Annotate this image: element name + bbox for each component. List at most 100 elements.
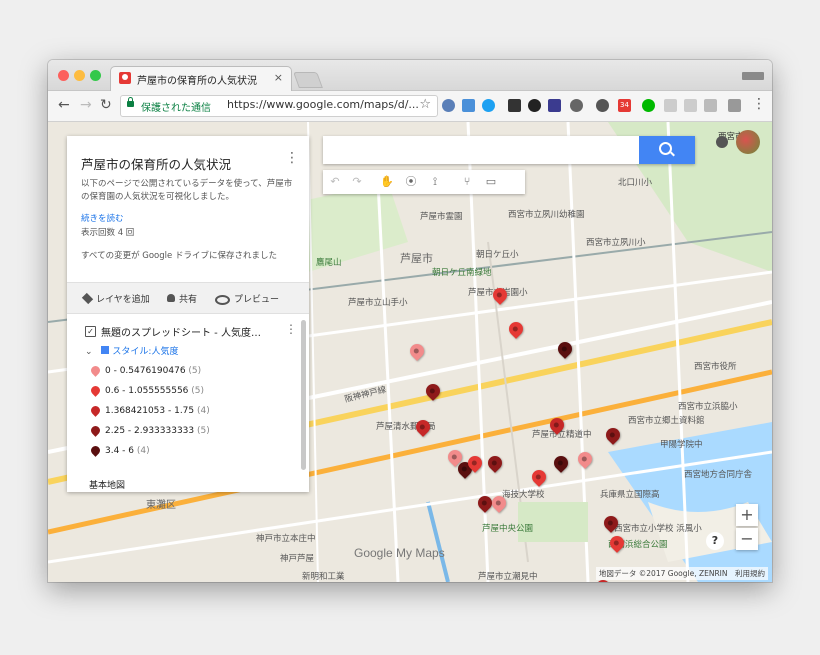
tab-close-icon[interactable]: × [274,71,283,84]
map-label-hamakoshi: 西宮市立小学校 浜風小 [614,524,702,534]
map-label-seido: 芦屋市立潮見中 [478,572,538,582]
window-menu-icon[interactable] [742,72,764,80]
add-person-icon [167,294,175,302]
legend-count: (5) [191,386,205,396]
address-bar[interactable]: 保護された通信 https://www.google.com/maps/d/..… [120,95,438,117]
panel-scrollbar[interactable] [301,320,306,470]
gear-extension-icon[interactable] [442,99,455,112]
directions-icon[interactable]: ⑂ [459,174,475,190]
ruler-icon[interactable]: ▭ [483,174,499,190]
image-extension-icon[interactable] [704,99,717,112]
legend-item[interactable]: 2.25 - 2.933333333 (5) [89,424,210,440]
add-layer-label: レイヤを追加 [96,295,150,305]
close-window-button[interactable] [58,70,69,81]
panel-actions: レイヤを追加 共有 プレビュー [67,282,309,314]
map-label-ashiya-city: 芦屋市 [400,252,433,265]
marker-darkest-icon [89,444,102,457]
marker-maroon-icon [89,424,102,437]
bookmark-star-icon[interactable]: ☆ [419,97,431,112]
layer-name[interactable]: 無題のスプレッドシート - 人気度… [101,324,261,339]
tab-title: 芦屋市の保育所の人気状況 [137,76,257,87]
map-label-shinmeiwa: 新明和工業 [302,572,345,582]
panel-more-icon[interactable]: ⋮ [285,150,299,166]
map-label-reien: 芦屋市霊園 [420,212,463,222]
layer-more-icon[interactable]: ⋮ [285,322,297,336]
legend-item[interactable]: 0 - 0.5476190476 (5) [89,364,202,380]
view-count: 表示回数 4 回 [81,228,135,238]
notifications-icon[interactable] [716,136,728,148]
legend-count: (5) [188,366,202,376]
avatar[interactable] [736,130,760,154]
map-label-yamate: 芦屋市立山手小 [348,298,408,308]
marker-red-icon [89,384,102,397]
map-toolbar: ↶ ↷ ✋ ⦿ ⟟ ⑂ ▭ [323,170,525,194]
calendar-extension-icon[interactable]: 34 [618,99,631,112]
map-label-higashinada: 東灘区 [146,500,176,511]
search-icon [659,142,672,155]
marker-pink-icon [89,364,102,377]
maps-favicon-icon [119,72,131,84]
map-label-asahigaoka-park: 朝日ケ丘南緑地 [432,268,492,278]
clock-extension-icon[interactable] [570,99,583,112]
search-input[interactable] [323,136,639,164]
map-label-takaosan: 鷹尾山 [316,258,342,268]
translate-extension-icon[interactable] [462,99,475,112]
layer-checkbox[interactable]: ✓ [85,326,96,337]
browser-menu-icon[interactable]: ⋮ [752,96,766,112]
map-title[interactable]: 芦屋市の保育所の人気状況 [81,154,231,173]
hand-icon[interactable]: ✋ [379,174,395,190]
rss-extension-icon[interactable] [664,99,677,112]
globe-extension-icon[interactable] [528,99,541,112]
zoom-out-button[interactable]: − [736,528,758,550]
share-button[interactable]: 共有 [167,292,197,305]
basemap-layer[interactable]: 基本地図 [89,478,125,491]
eyedropper-extension-icon[interactable] [508,99,521,112]
save-status: すべての変更が Google ドライブに保存されました [81,251,277,261]
map-legend-panel: 芦屋市の保育所の人気状況 ⋮ 以下のページで公開されているデータを使って、芦屋市… [67,136,309,492]
help-button[interactable]: ? [706,532,724,550]
browser-tab[interactable]: 芦屋市の保育所の人気状況 × [110,66,292,91]
zoom-in-button[interactable]: + [736,504,758,526]
legend-range: 1.368421053 - 1.75 [105,406,195,416]
legend-item[interactable]: 1.368421053 - 1.75 (4) [89,404,210,420]
url-text[interactable]: https://www.google.com/maps/d/... [227,98,419,111]
title-bar: 芦屋市の保育所の人気状況 × [48,60,772,91]
reload-button[interactable]: ↻ [100,97,112,113]
map-label-asahigaoka: 朝日ケ丘小 [476,250,519,260]
doc-extension-icon[interactable] [684,99,697,112]
draw-line-icon[interactable]: ⟟ [427,174,443,190]
forward-button[interactable]: → [80,97,92,113]
add-layer-button[interactable]: レイヤを追加 [81,292,150,305]
twitter-extension-icon[interactable] [482,99,495,112]
line-extension-icon[interactable] [642,99,655,112]
e-extension-icon[interactable] [728,99,741,112]
map-label-kaito: 海技大学校 [502,490,545,500]
map-label-west-mall: 西宮市立夙川幼稚園 [508,210,585,220]
map-label-west-school: 西宮市立夙川小 [586,238,646,248]
minimize-window-button[interactable] [74,70,85,81]
map-description: 以下のページで公開されているデータを使って、芦屋市の保育園の人気状況を可視化しま… [81,179,293,202]
back-button[interactable]: ← [58,97,70,113]
redo-icon[interactable]: ↷ [349,174,365,190]
maximize-window-button[interactable] [90,70,101,81]
style-button[interactable]: ⌄ スタイル:人気度 [85,344,178,357]
refresh-extension-icon[interactable] [596,99,609,112]
browser-toolbar: ← → ↻ 保護された通信 https://www.google.com/map… [48,91,772,122]
legend-item[interactable]: 3.4 - 6 (4) [89,444,150,460]
chevron-down-icon: ⌄ [85,347,93,357]
map-search-box [323,136,695,164]
map-label-koshien: 甲陽学院中 [660,440,703,450]
preview-button[interactable]: プレビュー [215,292,279,305]
undo-icon[interactable]: ↶ [327,174,343,190]
add-marker-icon[interactable]: ⦿ [403,174,419,190]
legend-count: (5) [197,426,210,436]
map-canvas[interactable]: 芦屋市 鷹尾山 芦屋市霊園 芦屋市立山手小 朝日ケ丘小 朝日ケ丘南緑地 芦屋市立… [48,122,772,582]
map-copyright[interactable]: 地図データ ©2017 Google, ZENRIN 利用規約 [595,567,768,580]
map-label-nishinomiya-gov: 西宮市役所 [694,362,737,372]
legend-item[interactable]: 0.6 - 1.055555556 (5) [89,384,205,400]
reader-extension-icon[interactable] [548,99,561,112]
search-button[interactable] [639,136,695,164]
map-label-ashiya-chuo: 芦屋中央公園 [482,524,534,534]
new-tab-button[interactable] [293,72,323,88]
read-more-link[interactable]: 続きを読む [81,212,124,224]
